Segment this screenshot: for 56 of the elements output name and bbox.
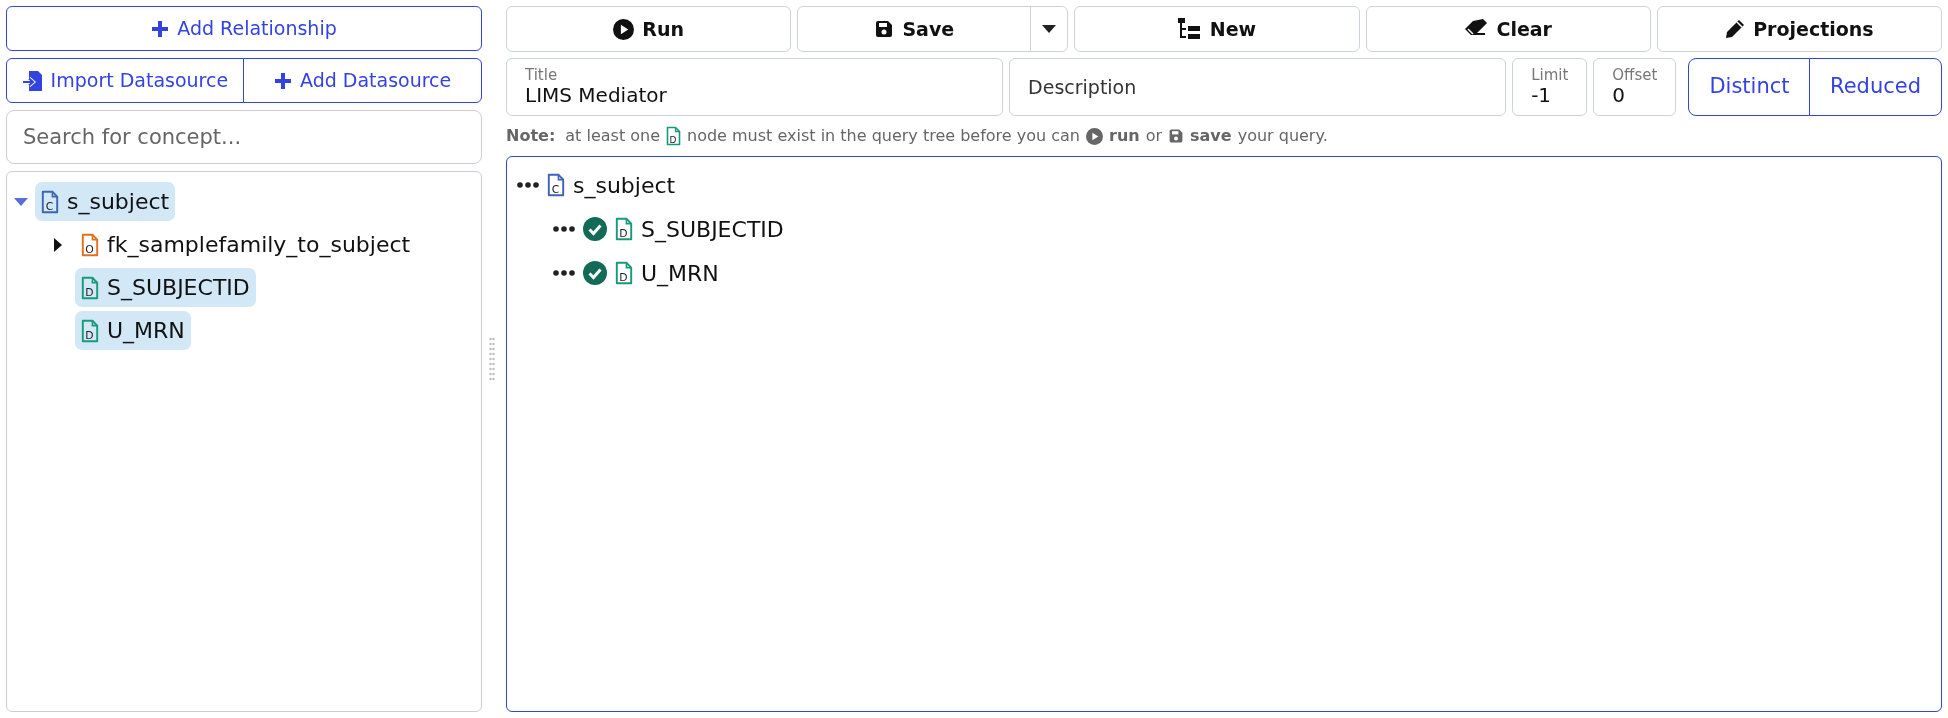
node-label[interactable]: U_MRN [641,256,719,290]
tree-node[interactable]: C s_subject [35,182,176,221]
caret-down-icon[interactable] [13,197,29,207]
more-icon[interactable] [517,182,539,188]
save-icon [1168,128,1185,144]
add-datasource-button[interactable]: Add Datasource [243,58,482,103]
file-icon: O [81,232,99,257]
title-field[interactable]: Title LIMS Mediator [506,58,1004,116]
file-icon: D [81,275,99,300]
search-field[interactable]: Search for concept... [6,110,482,164]
dropdown-toggle[interactable] [1030,6,1069,52]
note-label: Note: [506,125,556,147]
note-text: or [1145,125,1163,147]
description-field[interactable]: Description [1009,58,1507,116]
offset-field[interactable]: Offset 0 [1593,58,1677,116]
note-text: save [1190,125,1232,147]
add-relationship-button[interactable]: Add Relationship [6,6,482,51]
file-icon: D [666,126,681,146]
limit-field[interactable]: Limit -1 [1512,58,1588,116]
new-button[interactable]: New [1074,6,1360,52]
file-icon: C [547,173,565,197]
resize-handle[interactable] [489,337,495,381]
run-button[interactable]: Run [506,6,792,52]
toggle-button[interactable]: Distinct [1688,58,1811,116]
tree-node[interactable]: D U_MRN [75,311,191,350]
clear-button[interactable]: Clear [1365,6,1651,52]
tree-structure-icon [1177,18,1202,40]
toggle-button[interactable]: Reduced [1809,58,1942,116]
tree-node[interactable]: O fk_samplefamily_to_subject [75,225,417,264]
file-icon: D [81,318,99,343]
check-circle-icon[interactable] [583,217,607,241]
plus-icon [151,19,170,38]
file-icon: D [615,217,633,241]
save-icon [874,19,895,39]
tree-node[interactable]: D S_SUBJECTID [75,268,256,307]
more-icon[interactable] [553,226,575,232]
save-button[interactable]: Save [797,6,1032,52]
caret-down-icon [1042,25,1057,33]
note-text: at least one [565,125,660,147]
file-icon: C [41,189,59,214]
node-label[interactable]: s_subject [573,168,676,202]
import-datasource-button[interactable]: Import Datasource [6,58,245,103]
note-text: node must exist in the query tree before you can [687,125,1080,147]
note-text: run [1109,125,1140,147]
more-icon[interactable] [553,270,575,276]
play-icon [613,18,635,40]
projections-button[interactable]: Projections [1656,6,1942,52]
file-import-icon [22,69,43,92]
plus-icon [273,71,292,90]
file-icon: D [615,261,633,285]
node-label[interactable]: S_SUBJECTID [641,212,784,246]
caret-right-icon[interactable] [53,237,63,253]
note-text: your query. [1237,125,1328,147]
pencil-icon [1725,19,1746,39]
play-icon [1086,127,1103,145]
check-circle-icon[interactable] [583,261,607,285]
